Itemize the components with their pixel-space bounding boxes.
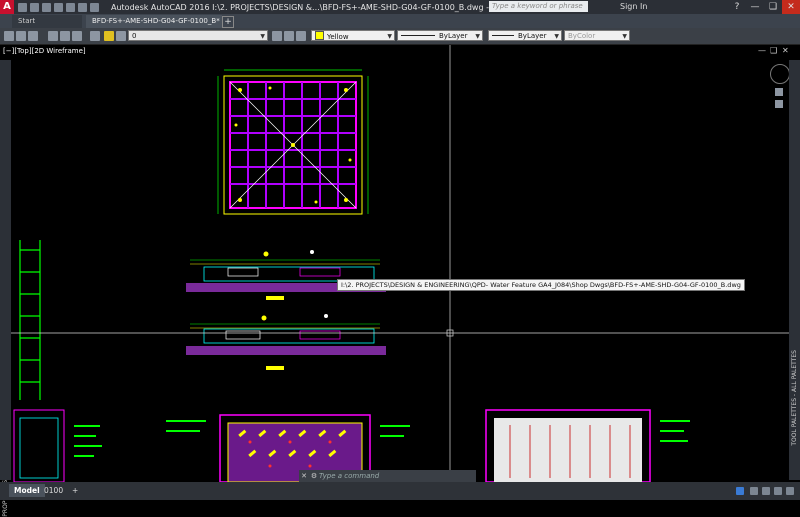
cut-icon[interactable] (48, 31, 58, 41)
undo-icon[interactable] (66, 2, 75, 12)
window-controls: ? — ❑ ✕ (728, 0, 800, 14)
customize-icon[interactable]: ⚙ (309, 470, 319, 482)
new-tab-button[interactable]: + (222, 16, 234, 28)
save-as-icon[interactable] (54, 2, 63, 12)
add-layout-button[interactable]: + (67, 484, 83, 497)
copy-icon[interactable] (60, 31, 70, 41)
chevron-down-icon: ▼ (622, 33, 627, 40)
command-line[interactable]: ✕ ⚙ Type a command (299, 470, 476, 482)
workspace-icon[interactable] (736, 487, 744, 495)
viewport-label[interactable]: [−][Top][2D Wireframe] (3, 47, 86, 55)
close-button[interactable]: ✕ (782, 0, 800, 14)
chevron-down-icon: ▼ (387, 33, 392, 40)
line-sample-icon (401, 35, 435, 36)
viewcube-icon[interactable] (770, 64, 790, 84)
section-view-lower (186, 314, 386, 370)
lineweight-value: ByLayer (518, 32, 547, 40)
drawing-viewport[interactable] (0, 45, 800, 482)
sign-in-button[interactable]: Sign In (620, 0, 647, 14)
title-bar: A Autodesk AutoCAD 2016 I:\2. PROJECTS\D… (0, 0, 800, 14)
color-value: Yellow (327, 33, 349, 41)
close-viewport-icon[interactable]: ✕ (782, 47, 790, 55)
section-view-upper (186, 250, 386, 300)
plotstyle-dropdown[interactable]: ByColor ▼ (564, 30, 630, 41)
chevron-down-icon: ▼ (260, 33, 265, 40)
restore-button[interactable]: ❑ (764, 0, 782, 14)
clean-screen-icon[interactable] (774, 487, 782, 495)
plot-icon[interactable] (90, 2, 99, 12)
match-layer-icon[interactable] (284, 31, 294, 41)
help-icon[interactable]: ? (728, 0, 746, 14)
customization-menu-icon[interactable] (786, 487, 794, 495)
bottom-right-detail (485, 409, 690, 482)
linetype-value: ByLayer (439, 32, 468, 40)
open-icon[interactable] (16, 31, 26, 41)
yellow-swatch-icon (315, 31, 324, 40)
command-input[interactable]: Type a command (319, 472, 379, 480)
new-file-icon[interactable] (18, 2, 27, 12)
layer-on-icon[interactable] (104, 31, 114, 41)
layer-dropdown[interactable]: 0 ▼ (128, 30, 268, 41)
tab-drawing-file[interactable]: BFD-FS+-AME-SHD-G04-GF-0100_B* (86, 15, 222, 28)
quick-access-toolbar (18, 2, 99, 12)
make-current-icon[interactable] (272, 31, 282, 41)
tab-layout-0100[interactable]: 0100 (39, 484, 68, 497)
minimize-button[interactable]: — (746, 0, 764, 14)
line-sample-icon (492, 35, 514, 36)
minimize-viewport-icon[interactable]: — (758, 47, 766, 55)
tool-palettes-label: TOOL PALETTES - ALL PALETTES (791, 350, 798, 446)
tool-palettes-collapsed[interactable]: TOOL PALETTES - ALL PALETTES (789, 60, 800, 480)
save-icon[interactable] (42, 2, 51, 12)
chevron-down-icon: ▼ (475, 33, 480, 40)
file-tab-bar: Start BFD-FS+-AME-SHD-G04-GF-0100_B* + (0, 14, 800, 28)
layer-properties-icon[interactable] (90, 31, 100, 41)
properties-toolbar: 0 ▼ Yellow ▼ ByLayer ▼ ByLayer ▼ ByColor ▼ (0, 28, 800, 45)
paste-icon[interactable] (72, 31, 82, 41)
units-icon[interactable] (762, 487, 770, 495)
cursor-crosshair (11, 45, 789, 482)
viewport-controls: — ❑ ✕ (758, 47, 790, 55)
restore-viewport-icon[interactable]: ❑ (770, 47, 778, 55)
window-title: Autodesk AutoCAD 2016 I:\2. PROJECTS\DES… (111, 2, 533, 12)
tab-start[interactable]: Start (12, 15, 82, 28)
color-dropdown[interactable]: Yellow ▼ (311, 30, 395, 41)
left-elevation-ladder (19, 240, 41, 400)
navbar-zoom-icon[interactable] (775, 100, 783, 108)
navbar-pan-icon[interactable] (775, 88, 783, 96)
chevron-down-icon: ▼ (554, 33, 559, 40)
layer-freeze-icon[interactable] (116, 31, 126, 41)
cad-drawing (11, 45, 789, 482)
file-path-tooltip: I:\2. PROJECTS\DESIGN & ENGINEERING\QPD-… (337, 279, 745, 291)
bottom-left-detail (13, 409, 102, 482)
plan-view-grid (217, 69, 369, 215)
layer-value: 0 (132, 32, 137, 40)
linetype-dropdown[interactable]: ByLayer ▼ (397, 30, 483, 41)
autocad-logo-icon[interactable]: A (0, 0, 14, 14)
lineweight-dropdown[interactable]: ByLayer ▼ (488, 30, 562, 41)
redo-icon[interactable] (78, 2, 87, 12)
plotstyle-value: ByColor (568, 32, 596, 40)
status-bar: Model 0100 + (0, 482, 800, 500)
search-input[interactable]: Type a keyword or phrase (489, 1, 588, 12)
annotation-monitor-icon[interactable] (750, 487, 758, 495)
properties-palette-collapsed[interactable]: PROPERTIES (0, 60, 11, 517)
close-command-icon[interactable]: ✕ (299, 470, 309, 482)
new-icon[interactable] (4, 31, 14, 41)
open-file-icon[interactable] (30, 2, 39, 12)
previous-layer-icon[interactable] (296, 31, 306, 41)
save-icon[interactable] (28, 31, 38, 41)
